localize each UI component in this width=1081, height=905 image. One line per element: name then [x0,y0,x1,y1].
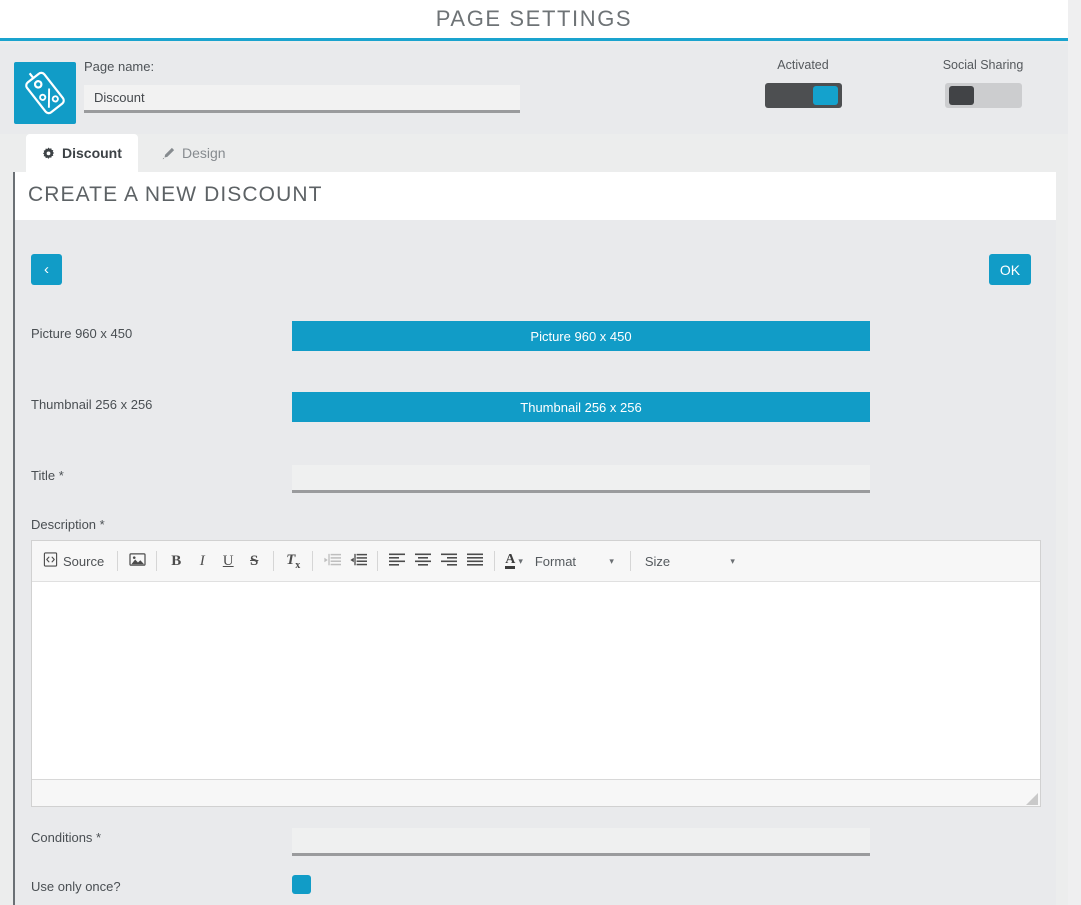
bold-button[interactable]: B [163,548,189,574]
social-sharing-toggle[interactable] [945,83,1022,108]
align-justify-icon [467,553,483,569]
tab-bar: Discount Design [0,134,1068,172]
picture-upload-button[interactable]: Picture 960 x 450 [292,321,870,351]
size-dropdown-label: Size [637,554,678,569]
chevron-down-icon: ▾ [609,556,624,567]
image-icon [129,552,146,570]
align-right-button[interactable] [436,548,462,574]
pencil-icon [162,147,175,160]
align-left-icon [389,553,405,569]
cog-icon [42,147,55,160]
chevron-down-icon: ▾ [730,556,745,567]
toolbar-separator [273,551,274,571]
toolbar-separator [312,551,313,571]
italic-button[interactable]: I [189,548,215,574]
toolbar-separator [156,551,157,571]
toolbar-separator [630,551,631,571]
thumbnail-label: Thumbnail 256 x 256 [31,397,152,412]
social-sharing-switch-group: Social Sharing [922,58,1044,108]
align-left-button[interactable] [384,548,410,574]
tab-discount-label: Discount [62,145,122,161]
use-only-once-checkbox[interactable] [292,875,311,894]
text-color-button[interactable]: A ▾ [501,548,527,574]
page-settings-window: PAGE SETTINGS Page name: Activated [0,0,1081,905]
resize-handle-icon[interactable] [1026,793,1038,805]
window-titlebar: PAGE SETTINGS [0,0,1068,41]
activated-label: Activated [742,58,864,72]
page-gutter [1068,0,1081,905]
align-center-icon [415,553,431,569]
align-justify-button[interactable] [462,548,488,574]
description-editor-body[interactable] [32,582,1040,779]
activated-toggle[interactable] [765,83,842,108]
conditions-input[interactable] [292,828,870,856]
insert-image-button[interactable] [124,548,150,574]
toolbar-separator [494,551,495,571]
description-label: Description * [31,517,105,532]
format-dropdown-label: Format [527,554,584,569]
editor-toolbar: Source B I U S [32,541,1040,582]
tab-discount[interactable]: Discount [26,134,138,172]
outdent-button[interactable] [319,548,345,574]
use-only-once-label: Use only once? [31,879,121,894]
indent-button[interactable] [345,548,371,574]
page-name-input[interactable] [84,85,520,113]
social-sharing-toggle-knob [949,86,974,105]
title-input[interactable] [292,465,870,493]
page-name-label: Page name: [84,59,154,74]
title-label: Title * [31,468,64,483]
content-header-panel: CREATE A NEW DISCOUNT [13,172,1056,220]
align-right-icon [441,553,457,569]
editor-footer [32,779,1040,806]
remove-format-button[interactable]: Tx [280,548,306,574]
page-settings-strip: Page name: Activated Social Sharing [0,44,1068,134]
size-dropdown[interactable]: Size ▾ [637,548,745,574]
toolbar-separator [377,551,378,571]
content-heading: CREATE A NEW DISCOUNT [28,183,323,207]
align-center-button[interactable] [410,548,436,574]
strikethrough-button[interactable]: S [241,548,267,574]
indent-icon [350,553,367,570]
page-title: PAGE SETTINGS [436,6,632,32]
underline-button[interactable]: U [215,548,241,574]
text-color-icon: A [505,553,515,569]
toolbar-separator [117,551,118,571]
source-button-label: Source [63,554,104,569]
activated-switch-group: Activated [742,58,864,108]
description-rich-text-editor: Source B I U S [31,540,1041,807]
activated-toggle-knob [813,86,838,105]
discount-form: ‹ OK Picture 960 x 450 Picture 960 x 450… [13,220,1056,905]
discount-tag-icon [14,62,76,124]
picture-label: Picture 960 x 450 [31,326,132,341]
social-sharing-label: Social Sharing [922,58,1044,72]
outdent-icon [324,553,341,570]
source-code-icon [43,552,58,570]
chevron-down-icon: ▾ [518,556,523,567]
tab-design-label: Design [182,145,226,161]
ok-button[interactable]: OK [989,254,1031,285]
format-dropdown[interactable]: Format ▾ [527,548,624,574]
conditions-label: Conditions * [31,830,101,845]
source-button[interactable]: Source [40,548,111,574]
back-button[interactable]: ‹ [31,254,62,285]
thumbnail-upload-button[interactable]: Thumbnail 256 x 256 [292,392,870,422]
remove-format-icon: Tx [286,552,300,571]
tab-design[interactable]: Design [146,134,242,172]
